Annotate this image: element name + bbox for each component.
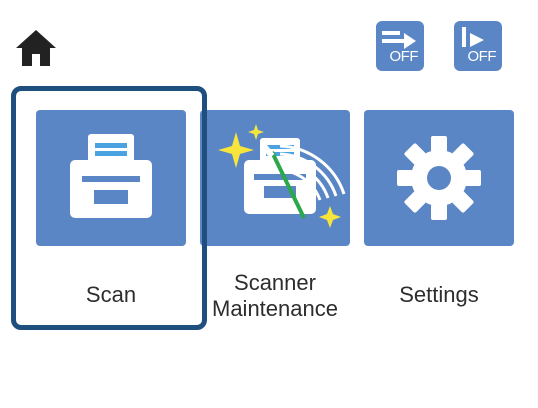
settings-icon-box xyxy=(364,110,514,246)
scanner-cleaning-icon xyxy=(218,124,346,228)
scanner-icon xyxy=(70,134,152,218)
auto-feed-off-label: OFF xyxy=(467,48,497,65)
scanner-maintenance-icon-box xyxy=(200,110,350,246)
scan-tile[interactable]: Scan xyxy=(36,110,186,338)
settings-label: Settings xyxy=(399,282,479,307)
header-divider xyxy=(0,78,538,79)
scanner-maintenance-label-line1: Scanner xyxy=(234,270,316,295)
scanner-maintenance-label-line2: Maintenance xyxy=(212,296,338,321)
scan-icon-box xyxy=(36,110,186,246)
gear-icon xyxy=(397,136,481,220)
home-icon xyxy=(16,30,56,66)
settings-tile[interactable]: Settings xyxy=(364,110,514,338)
data-transfer-off-label: OFF xyxy=(389,48,419,65)
top-bar: OFF OFF xyxy=(0,0,538,78)
home-button[interactable] xyxy=(14,28,58,68)
auto-feed-off-button[interactable]: OFF xyxy=(454,21,502,71)
data-transfer-off-button[interactable]: OFF xyxy=(376,21,424,71)
scan-label: Scan xyxy=(85,282,137,307)
scanner-maintenance-tile[interactable]: Scanner Maintenance xyxy=(200,110,350,338)
